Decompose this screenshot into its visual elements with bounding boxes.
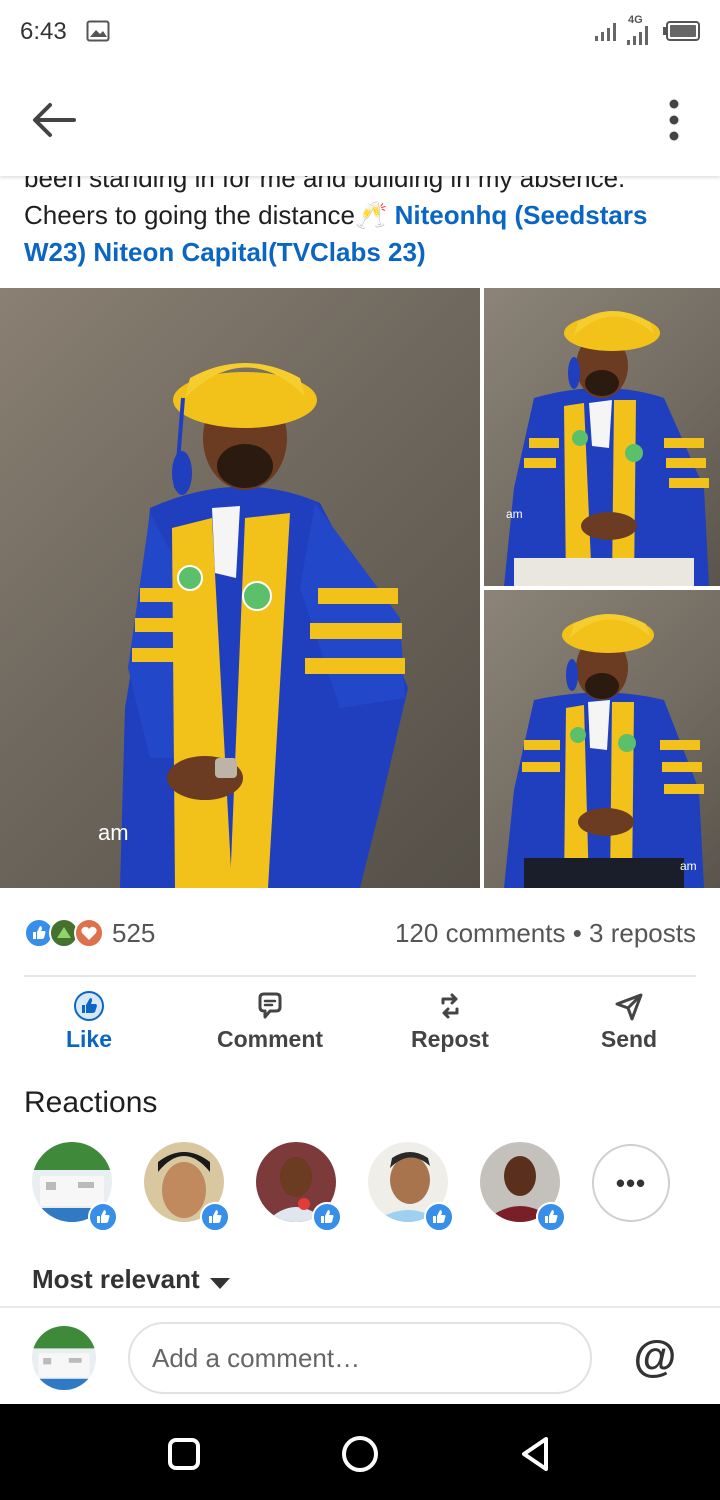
mention-button[interactable]: @ [630, 1332, 680, 1382]
like-icon [200, 1202, 230, 1232]
send-icon [615, 993, 643, 1021]
reaction-icons[interactable] [24, 918, 106, 948]
home-circle-icon[interactable] [340, 1434, 380, 1474]
mention-niteon-capital[interactable]: Niteon Capital(TVClabs 23) [93, 237, 425, 267]
back-triangle-icon[interactable] [516, 1434, 556, 1474]
comments-reposts-count[interactable]: 120 comments • 3 reposts [395, 918, 696, 949]
repost-label: Repost [411, 1026, 489, 1052]
reactor-avatar[interactable] [480, 1142, 566, 1232]
post-text-line-2: Cheers to going the distance🥂 Niteonhq (… [24, 197, 704, 271]
status-time: 6:43 [20, 18, 67, 45]
reaction-count[interactable]: 525 [112, 918, 155, 949]
watermark-text: am [680, 859, 697, 873]
love-icon [74, 918, 104, 948]
social-counts: 525 120 comments • 3 reposts [24, 910, 696, 958]
comment-input[interactable] [128, 1322, 592, 1394]
more-vertical-icon[interactable] [666, 98, 682, 142]
watermark-text: am [98, 820, 129, 845]
reactor-avatar[interactable] [368, 1142, 454, 1232]
post-text: been standing in for me and building in … [24, 160, 704, 271]
send-label: Send [600, 1026, 658, 1052]
battery-icon [663, 21, 700, 41]
post-actions: Like Comment Repost Send [0, 986, 720, 1056]
like-icon [424, 1202, 454, 1232]
reactors-list: ••• [0, 1142, 720, 1242]
comment-button[interactable]: Comment [195, 986, 345, 1056]
signal-4g-icon: 4G [626, 14, 656, 46]
clinking-glasses-emoji: 🥂 [355, 200, 388, 230]
reactor-avatar[interactable] [256, 1142, 342, 1232]
like-icon [88, 1202, 118, 1232]
status-icons: 4G [594, 14, 702, 48]
user-avatar [32, 1326, 96, 1390]
reactions-title: Reactions [24, 1086, 158, 1119]
system-nav-bar [0, 1404, 720, 1500]
reactor-avatar[interactable] [144, 1142, 230, 1232]
post-text-fragment: Cheers to going the distance [24, 200, 355, 230]
back-arrow-icon[interactable] [26, 94, 82, 146]
more-reactions-dots: ••• [615, 1168, 647, 1198]
like-icon [24, 918, 54, 948]
like-icon [536, 1202, 566, 1232]
comment-icon [258, 992, 282, 1019]
caret-down-icon [209, 1278, 230, 1290]
comment-label: Comment [216, 1026, 324, 1052]
signal-icon [595, 23, 616, 41]
watermark-text: am [506, 507, 523, 521]
post-image-bottom-right[interactable]: am [484, 590, 720, 888]
post-image-main[interactable]: am [0, 288, 480, 888]
post-image-top-right[interactable]: am [484, 288, 720, 586]
celebrate-icon [49, 918, 79, 948]
comment-bar: @ [0, 1306, 720, 1404]
status-bar: 6:43 4G [0, 0, 720, 64]
sort-label: Most relevant [32, 1264, 200, 1294]
divider [24, 975, 696, 977]
like-icon [312, 1202, 342, 1232]
more-reactions-button[interactable]: ••• [592, 1144, 670, 1222]
like-icon [74, 991, 104, 1021]
like-label: Like [65, 1026, 113, 1052]
image-icon [86, 20, 110, 42]
like-button[interactable]: Like [14, 986, 164, 1056]
repost-icon [441, 993, 459, 1019]
recents-square-icon[interactable] [164, 1434, 204, 1474]
repost-button[interactable]: Repost [375, 986, 525, 1056]
send-button[interactable]: Send [554, 986, 704, 1056]
reactor-avatar[interactable] [32, 1142, 118, 1232]
sort-dropdown[interactable]: Most relevant [32, 1264, 230, 1300]
app-bar [0, 64, 720, 176]
